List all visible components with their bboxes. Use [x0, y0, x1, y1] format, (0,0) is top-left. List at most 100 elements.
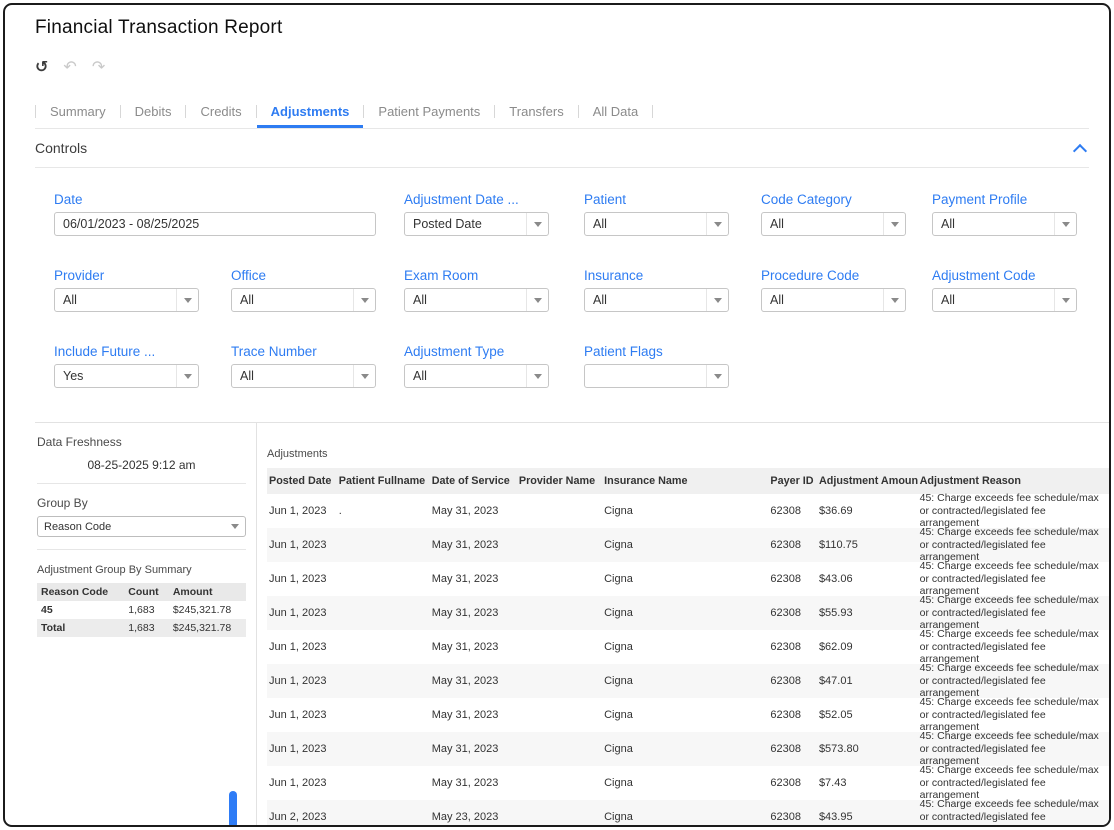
- reset-icon[interactable]: ↺: [35, 59, 48, 75]
- chevron-down-icon: [706, 213, 728, 235]
- trace-number-select[interactable]: All: [231, 364, 376, 388]
- adjustment-date-type-select[interactable]: Posted Date: [404, 212, 549, 236]
- table-row[interactable]: Jun 1, 2023 May 31, 2023 Cigna 62308 $62…: [267, 630, 1109, 664]
- cell-payer-id: 62308: [768, 641, 817, 653]
- table-title: Adjustments: [267, 448, 1109, 460]
- data-freshness-value: 08-25-2025 9:12 am: [37, 458, 246, 472]
- cell-payer-id: 62308: [768, 573, 817, 585]
- table-row[interactable]: Jun 2, 2023 May 23, 2023 Cigna 62308 $43…: [267, 800, 1109, 825]
- filter-exam-room: Exam Room All: [404, 267, 584, 312]
- cell-payer-id: 62308: [768, 607, 817, 619]
- payment-profile-select[interactable]: All: [932, 212, 1077, 236]
- procedure-code-select[interactable]: All: [761, 288, 906, 312]
- summary-total-count: 1,683: [124, 619, 169, 637]
- adjustment-code-select[interactable]: All: [932, 288, 1077, 312]
- cell-adjustment-amount: $47.01: [817, 675, 918, 687]
- collapse-chevron-icon[interactable]: [1073, 143, 1087, 157]
- chevron-down-icon: [225, 517, 245, 536]
- chevron-down-icon: [176, 365, 198, 387]
- filter-date: Date: [54, 191, 404, 236]
- chevron-down-icon: [706, 365, 728, 387]
- tab-label: Credits: [200, 104, 241, 119]
- cell-adjustment-amount: $62.09: [817, 641, 918, 653]
- cell-adjustment-reason: 45: Charge exceeds fee schedule/max or c…: [918, 696, 1109, 734]
- cell-adjustment-reason: 45: Charge exceeds fee schedule/max or c…: [918, 628, 1109, 666]
- table-row[interactable]: Jun 1, 2023 May 31, 2023 Cigna 62308 $57…: [267, 732, 1109, 766]
- table-row[interactable]: Jun 1, 2023 May 31, 2023 Cigna 62308 $52…: [267, 698, 1109, 732]
- cell-adjustment-reason: 45: Charge exceeds fee schedule/max or c…: [918, 662, 1109, 700]
- chevron-down-icon: [353, 365, 375, 387]
- cell-date-of-service: May 31, 2023: [430, 505, 517, 517]
- tab-debits[interactable]: Debits: [121, 95, 186, 128]
- filter-procedure-code-label: Procedure Code: [761, 267, 932, 284]
- cell-adjustment-reason: 45: Charge exceeds fee schedule/max or c…: [918, 764, 1109, 802]
- column-header-payer-id[interactable]: Payer ID: [768, 475, 817, 487]
- select-value: All: [413, 293, 427, 307]
- insurance-select[interactable]: All: [584, 288, 729, 312]
- patient-select[interactable]: All: [584, 212, 729, 236]
- select-value: All: [770, 293, 784, 307]
- select-value: All: [593, 293, 607, 307]
- exam-room-select[interactable]: All: [404, 288, 549, 312]
- adjustment-type-select[interactable]: All: [404, 364, 549, 388]
- summary-header-row: Reason Code Count Amount: [37, 583, 246, 601]
- cell-insurance-name: Cigna: [602, 573, 768, 585]
- filter-patient-label: Patient: [584, 191, 761, 208]
- column-header-adjustment-reason[interactable]: Adjustment Reason: [918, 475, 1109, 487]
- column-header-patient-fullname[interactable]: Patient Fullname: [337, 475, 430, 487]
- summary-total-row: Total 1,683 $245,321.78: [37, 619, 246, 637]
- code-category-select[interactable]: All: [761, 212, 906, 236]
- table-row[interactable]: Jun 1, 2023 May 31, 2023 Cigna 62308 $55…: [267, 596, 1109, 630]
- column-header-posted-date[interactable]: Posted Date: [267, 475, 337, 487]
- summary-amount: $245,321.78: [169, 601, 246, 619]
- redo-icon[interactable]: ↷: [92, 59, 105, 75]
- include-future-select[interactable]: Yes: [54, 364, 199, 388]
- tab-adjustments[interactable]: Adjustments: [257, 95, 364, 128]
- office-select[interactable]: All: [231, 288, 376, 312]
- cell-insurance-name: Cigna: [602, 811, 768, 823]
- table-row[interactable]: Jun 1, 2023 May 31, 2023 Cigna 62308 $47…: [267, 664, 1109, 698]
- undo-icon[interactable]: ↶: [63, 59, 76, 75]
- tab-patient-payments[interactable]: Patient Payments: [364, 95, 494, 128]
- summary-col-reason-code: Reason Code: [37, 583, 124, 601]
- scrollbar-thumb[interactable]: [229, 791, 237, 827]
- table-body: Jun 1, 2023 . May 31, 2023 Cigna 62308 $…: [267, 494, 1109, 825]
- select-value: All: [941, 217, 955, 231]
- summary-total-amount: $245,321.78: [169, 619, 246, 637]
- filter-adjustment-code: Adjustment Code All: [932, 267, 1092, 312]
- table-row[interactable]: Jun 1, 2023 May 31, 2023 Cigna 62308 $43…: [267, 562, 1109, 596]
- tab-label: Summary: [50, 104, 106, 119]
- filter-adjustment-date-type: Adjustment Date ... Posted Date: [404, 191, 584, 236]
- cell-insurance-name: Cigna: [602, 607, 768, 619]
- tab-all-data[interactable]: All Data: [579, 95, 653, 128]
- tab-transfers[interactable]: Transfers: [495, 95, 577, 128]
- adjustments-table-area: Adjustments Posted Date Patient Fullname…: [257, 423, 1109, 825]
- table-row[interactable]: Jun 1, 2023 May 31, 2023 Cigna 62308 $11…: [267, 528, 1109, 562]
- table-row[interactable]: Jun 1, 2023 . May 31, 2023 Cigna 62308 $…: [267, 494, 1109, 528]
- patient-flags-select[interactable]: [584, 364, 729, 388]
- tab-credits[interactable]: Credits: [186, 95, 255, 128]
- column-header-provider-name[interactable]: Provider Name: [517, 475, 602, 487]
- column-header-adjustment-amount[interactable]: Adjustment Amount: [817, 475, 918, 487]
- filter-provider-label: Provider: [54, 267, 231, 284]
- filter-include-future-label: Include Future ...: [54, 343, 231, 360]
- select-value: All: [941, 293, 955, 307]
- app-window: Financial Transaction Report ↺ ↶ ↷ Summa…: [3, 3, 1111, 827]
- cell-adjustment-reason: 45: Charge exceeds fee schedule/max or c…: [918, 560, 1109, 598]
- date-range-input[interactable]: [54, 212, 376, 236]
- cell-date-of-service: May 31, 2023: [430, 777, 517, 789]
- table-row[interactable]: Jun 1, 2023 May 31, 2023 Cigna 62308 $7.…: [267, 766, 1109, 800]
- cell-adjustment-amount: $52.05: [817, 709, 918, 721]
- filters-grid: Date Adjustment Date ... Posted Date Pat…: [54, 191, 1092, 388]
- provider-select[interactable]: All: [54, 288, 199, 312]
- cell-date-of-service: May 31, 2023: [430, 743, 517, 755]
- tab-summary[interactable]: Summary: [36, 95, 120, 128]
- divider: [652, 105, 653, 118]
- filter-include-future: Include Future ... Yes: [54, 343, 231, 388]
- filter-patient-flags-label: Patient Flags: [584, 343, 761, 360]
- group-by-select[interactable]: Reason Code: [37, 516, 246, 537]
- column-header-date-of-service[interactable]: Date of Service: [430, 475, 517, 487]
- summary-count: 1,683: [124, 601, 169, 619]
- cell-adjustment-reason: 45: Charge exceeds fee schedule/max or c…: [918, 594, 1109, 632]
- column-header-insurance-name[interactable]: Insurance Name: [602, 475, 768, 487]
